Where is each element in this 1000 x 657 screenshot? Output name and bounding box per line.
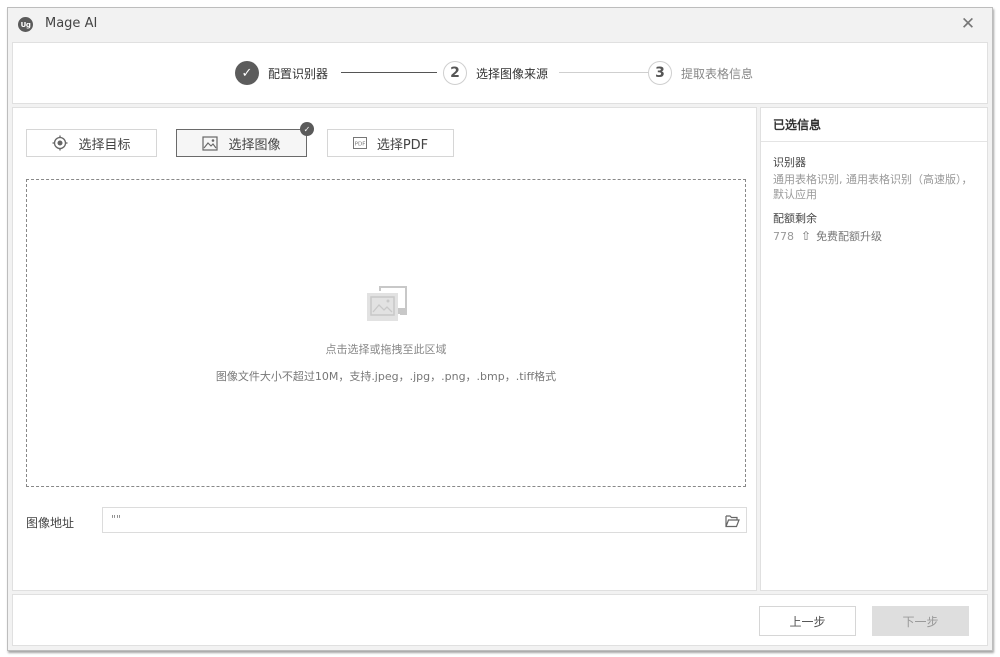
- side-panel-title: 已选信息: [761, 108, 987, 142]
- selected-info-panel: 已选信息 识别器 通用表格识别, 通用表格识别（高速版），默认应用 配额剩余 7…: [760, 107, 988, 591]
- free-quota-upgrade-link[interactable]: 免费配额升级: [816, 228, 882, 244]
- next-step-button[interactable]: 下一步: [872, 606, 969, 636]
- select-image-button[interactable]: 选择图像 ✓: [176, 122, 314, 157]
- check-icon: ✓: [235, 61, 259, 85]
- image-icon: [202, 135, 219, 151]
- target-icon: [52, 135, 68, 151]
- image-address-input[interactable]: "": [102, 507, 747, 533]
- folder-open-icon[interactable]: [725, 513, 740, 528]
- window-title: Mage AI: [45, 16, 98, 31]
- recognizer-value: 通用表格识别, 通用表格识别（高速版），默认应用: [773, 173, 973, 201]
- recognizer-label: 识别器: [773, 156, 806, 169]
- app-logo-icon: Ug: [18, 17, 33, 32]
- select-target-button[interactable]: 选择目标: [26, 129, 157, 157]
- step-extract-table-info: 3 提取表格信息: [648, 60, 753, 86]
- selected-check-icon: ✓: [300, 122, 314, 136]
- dropzone-hint: 点击选择或拖拽至此区域: [325, 343, 447, 356]
- quota-label: 配额剩余: [773, 212, 817, 225]
- step-label: 提取表格信息: [681, 66, 754, 81]
- quota-value: 778: [773, 229, 794, 243]
- image-address-label: 图像地址: [26, 516, 75, 530]
- step-number: 3: [648, 61, 672, 85]
- upload-image-icon: [366, 286, 408, 322]
- step-number: 2: [443, 61, 467, 85]
- step-connector: [559, 72, 649, 73]
- step-configure-recognizer: ✓ 配置识别器: [235, 60, 328, 86]
- step-select-image-source: 2 选择图像来源: [443, 60, 548, 86]
- upgrade-arrow-icon: ⇧: [801, 229, 812, 243]
- file-dropzone[interactable]: 点击选择或拖拽至此区域 图像文件大小不超过10M，支持.jpeg，.jpg，.p…: [26, 179, 746, 487]
- previous-step-button[interactable]: 上一步: [759, 606, 856, 636]
- button-label: 选择目标: [78, 137, 131, 153]
- image-address-value: "": [111, 513, 122, 526]
- svg-text:PDF: PDF: [354, 142, 365, 148]
- step-label: 配置识别器: [268, 66, 329, 81]
- pdf-icon: PDF: [352, 137, 367, 149]
- main-panel: 选择目标 选择图像 ✓ PDF 选择PDF 点击选择或拖拽至此区域 图像文件大小…: [12, 107, 757, 591]
- button-label: 选择图像: [228, 137, 281, 153]
- select-pdf-button[interactable]: PDF 选择PDF: [327, 129, 454, 157]
- close-button[interactable]: ✕: [958, 14, 978, 34]
- footer-bar: 上一步 下一步: [12, 594, 988, 646]
- step-label: 选择图像来源: [476, 66, 549, 81]
- button-label: 选择PDF: [376, 137, 429, 153]
- dropzone-requirements: 图像文件大小不超过10M，支持.jpeg，.jpg，.png，.bmp，.tif…: [215, 370, 557, 383]
- app-window: Ug Mage AI ✕ ✓ 配置识别器 2 选择图像来源 3 提取表格信息 选…: [7, 7, 993, 651]
- stepper: ✓ 配置识别器 2 选择图像来源 3 提取表格信息: [12, 42, 988, 104]
- step-connector: [341, 72, 437, 73]
- title-bar: Ug Mage AI ✕: [8, 8, 992, 41]
- quota-row: 778 ⇧ 免费配额升级: [773, 228, 975, 244]
